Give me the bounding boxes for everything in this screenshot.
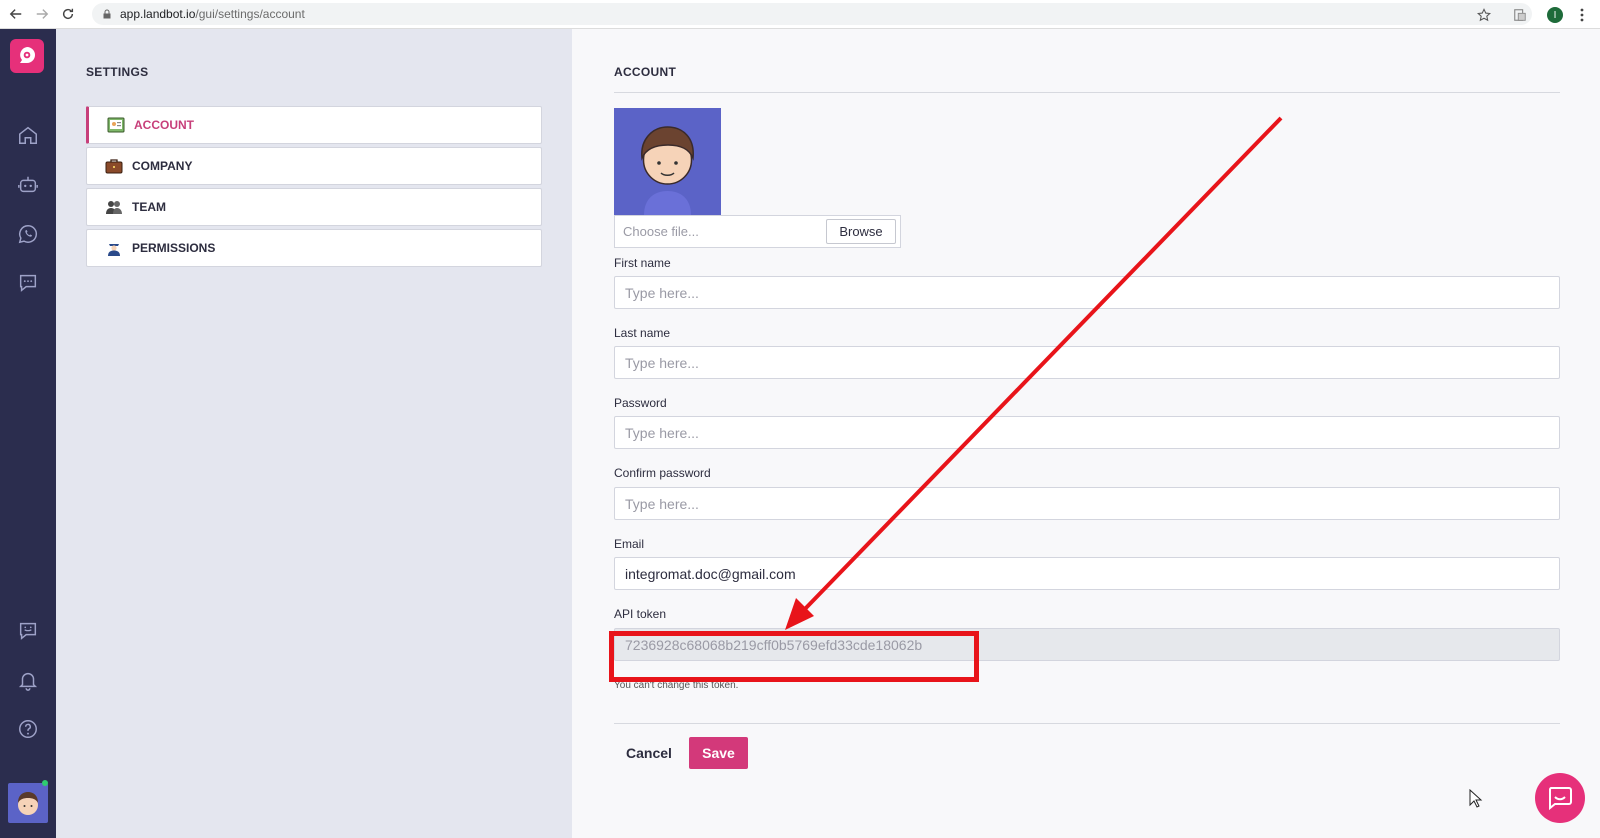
chat-bubble-icon [19,274,37,292]
email-input[interactable] [614,557,1560,590]
messages-nav[interactable] [16,271,40,295]
profile-avatar: I [1547,7,1563,23]
bell-icon [18,672,38,691]
password-input[interactable] [614,416,1560,449]
extension-button[interactable] [1509,4,1531,26]
first-name-input[interactable] [614,276,1560,309]
extension-icon [1514,9,1526,21]
url-path: /gui/settings/account [195,7,305,21]
team-icon [105,198,123,216]
section-divider [614,92,1560,93]
confirm-password-input[interactable] [614,487,1560,520]
user-face-icon [18,792,38,815]
cancel-button[interactable]: Cancel [626,737,672,769]
arrow-right-icon [36,9,49,19]
robot-icon [18,176,38,193]
whatsapp-nav[interactable] [16,222,40,246]
profile-picture [614,108,721,215]
account-settings-form: ACCOUNT Choose file... Browse First name… [572,29,1600,838]
settings-menu-account-label: ACCOUNT [134,118,194,132]
reload-icon [62,8,74,20]
forward-button[interactable] [31,3,53,25]
user-avatar[interactable] [8,783,48,823]
api-token-label: API token [614,607,667,621]
settings-title: SETTINGS [86,65,149,79]
landbot-logo[interactable] [10,39,44,73]
settings-menu-company-label: COMPANY [132,159,193,173]
guard-icon [105,239,123,257]
confirm-password-label: Confirm password [614,466,711,480]
profile-picture-file-input[interactable]: Choose file... Browse [614,215,901,248]
browse-button[interactable]: Browse [826,219,896,244]
reload-button[interactable] [57,3,79,25]
chat-launcher-icon [1548,787,1572,811]
api-token-help: You can't change this token. [614,680,739,691]
arrow-left-icon [9,9,22,19]
profile-button[interactable]: I [1545,4,1565,26]
first-name-label: First name [614,256,671,270]
briefcase-icon [105,157,123,175]
settings-menu-company[interactable]: COMPANY [86,147,542,185]
settings-menu-permissions-label: PERMISSIONS [132,241,216,255]
settings-menu-team-label: TEAM [132,200,166,214]
support-chat-button[interactable] [1535,773,1585,823]
settings-menu-permissions[interactable]: PERMISSIONS [86,229,542,267]
api-token-input [614,628,1560,661]
email-label: Email [614,537,645,551]
settings-menu-team[interactable]: TEAM [86,188,542,226]
whatsapp-icon [18,225,38,244]
nav-rail [0,29,56,838]
form-divider [614,723,1560,724]
notifications-nav[interactable] [16,668,40,692]
mouse-cursor-icon [1469,789,1483,808]
last-name-label: Last name [614,326,671,340]
more-vertical-icon [1580,8,1584,22]
user-face-icon [641,126,694,215]
landbot-logo-icon [20,47,35,63]
settings-sidebar: SETTINGS ACCOUNT COMPANY TEAM PERMISSION… [56,29,572,838]
address-bar[interactable]: app.landbot.io/gui/settings/account [92,3,1532,25]
help-nav[interactable] [16,717,40,741]
file-placeholder: Choose file... [623,224,699,239]
browser-toolbar: app.landbot.io/gui/settings/account I [0,0,1600,29]
account-title: ACCOUNT [614,65,677,79]
home-nav[interactable] [16,123,40,147]
help-circle-icon [19,720,37,738]
settings-menu-account[interactable]: ACCOUNT [86,106,542,144]
id-card-icon [107,116,125,134]
lock-icon [103,9,111,19]
home-icon [19,126,37,144]
back-button[interactable] [5,3,27,25]
online-status-dot [42,780,48,786]
feedback-icon [19,622,37,640]
password-label: Password [614,396,667,410]
url-host: app.landbot.io [120,7,196,21]
bookmark-star-button[interactable] [1474,4,1494,26]
bots-nav[interactable] [16,173,40,197]
save-button[interactable]: Save [689,737,748,769]
browser-menu-button[interactable] [1574,4,1590,26]
feedback-nav[interactable] [16,619,40,643]
star-icon [1477,8,1491,22]
last-name-input[interactable] [614,346,1560,379]
